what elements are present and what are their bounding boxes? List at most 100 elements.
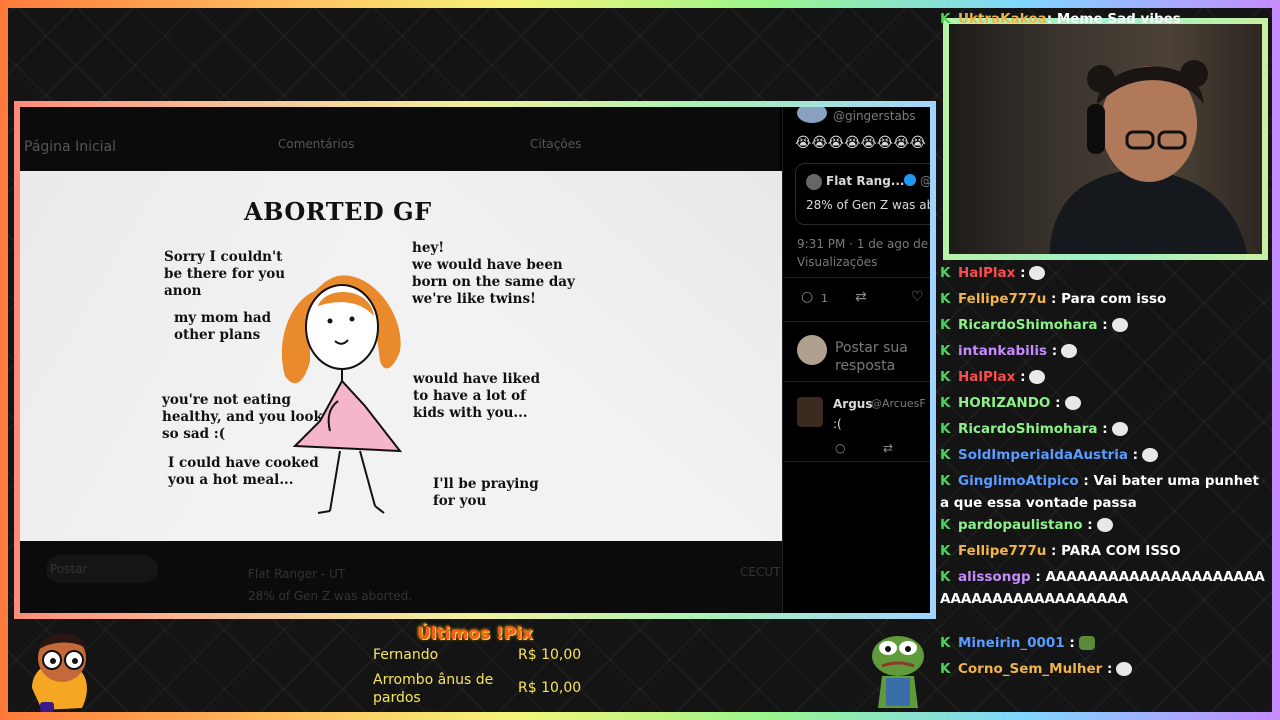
chat-message: K Fellipe777u : Para com isso [940, 288, 1268, 310]
chat-username[interactable]: Fellipe777u [958, 543, 1046, 559]
nav-comments[interactable]: Comentários [278, 137, 354, 151]
chat-username[interactable]: UktraKakoa [958, 11, 1047, 27]
quote-text: 28% of Gen Z was abor [806, 198, 936, 212]
reply-count: 1 [821, 292, 828, 305]
ghost-emote-icon [1029, 266, 1046, 280]
avatar [797, 335, 827, 365]
chat-message-cut: K UktraKakoa: Meme Sad vibes [940, 8, 1268, 30]
chat-text: : [1097, 317, 1108, 333]
reply-author[interactable]: Argus [833, 397, 872, 411]
chat-text: : [1097, 421, 1108, 437]
chat-text: : [1082, 517, 1093, 533]
avatar[interactable] [797, 107, 827, 123]
nav-quotes[interactable]: Citações [530, 137, 581, 151]
kick-badge-icon: K [940, 661, 951, 677]
meme-text-right-3: I'll be praying for you [433, 476, 539, 509]
meme-text-right-1: hey! we would have been born on the same… [412, 240, 575, 307]
chat-message: K RicardoShimohara : [940, 314, 1268, 336]
ghost-emote-icon [1061, 344, 1078, 358]
meme-text-left-1: Sorry I couldn't be there for you anon [164, 249, 286, 299]
chat-message: Kintankabilis : [940, 340, 1268, 362]
kick-badge-icon: K [940, 11, 951, 27]
mascot-character-icon [32, 633, 88, 712]
avatar [806, 174, 822, 190]
streamer-silhouette [1049, 60, 1248, 254]
chat-message: K HalPlax : [940, 262, 1268, 284]
chat-text: : [1064, 635, 1075, 651]
ghost-emote-icon [1096, 518, 1113, 532]
divider [783, 381, 930, 382]
chat-message: K RicardoShimohara : [940, 418, 1268, 440]
reply-text: :( [833, 417, 842, 431]
ghost-emote-icon [1029, 370, 1046, 384]
chat-username[interactable]: SoldImperialdaAustria [958, 447, 1128, 463]
chat-username[interactable]: pardopaulistano [958, 517, 1083, 533]
pix-amount-1: R$ 10,00 [518, 647, 582, 663]
retweet-icon[interactable]: ⇄ [883, 441, 893, 455]
chat-message: K Mineirin_0001 : [940, 632, 1268, 654]
meme-title: ABORTED GF [244, 197, 432, 226]
ghost-emote-icon [1111, 318, 1128, 332]
stick-figure-girl-illustration [281, 275, 403, 514]
tweet-timestamp[interactable]: 9:31 PM · 1 de ago de 20 [797, 237, 930, 251]
avatar [797, 397, 823, 427]
frog-emote-icon [1078, 636, 1095, 650]
reply-input[interactable]: Postar sua resposta [835, 339, 925, 375]
chat-username[interactable]: Fellipe777u [958, 291, 1046, 307]
pix-amount-2: R$ 10,00 [518, 680, 582, 696]
verified-badge-icon [904, 174, 916, 186]
ghost-emote-icon [1142, 448, 1159, 462]
views-label: Visualizações [797, 255, 878, 269]
reply-icon[interactable]: ○ [801, 289, 813, 305]
chat-text: : [1127, 447, 1139, 463]
chat-message: K HalPlax : [940, 366, 1268, 388]
kick-badge-icon: K [940, 265, 951, 281]
chat-text: : Meme Sad vibes [1046, 11, 1181, 27]
chat-text: : PARA COM ISSO [1046, 543, 1181, 559]
quote-author-ghost: Flat Ranger - UT [248, 567, 346, 581]
chat-username[interactable]: HalPlax [958, 369, 1015, 385]
like-icon[interactable]: ♡ [911, 289, 924, 305]
chat-username[interactable]: Corno_Sem_Mulher [958, 661, 1102, 677]
kick-badge-icon: K [940, 447, 951, 463]
reply-icon[interactable]: ○ [835, 441, 845, 455]
post-button[interactable]: Postar [46, 555, 158, 583]
quoted-tweet-card[interactable]: Flat Rang... @U 28% of Gen Z was abor [795, 163, 936, 225]
divider [783, 461, 930, 462]
meme-text-left-2: my mom had other plans [174, 310, 272, 343]
ghost-emote-icon [1111, 422, 1128, 436]
kick-badge-icon: K [940, 543, 951, 559]
divider [783, 277, 930, 278]
kick-badge-icon: K [940, 317, 951, 333]
chat-message: K Corno_Sem_Mulher : [940, 658, 1268, 680]
pix-name-1: Fernando [373, 647, 439, 663]
quote-text-ghost: 28% of Gen Z was aborted. [248, 589, 413, 603]
chat-username[interactable]: GinglimoAtipico [958, 473, 1079, 489]
pepe-frog-icon [872, 636, 924, 708]
chat-text: : [1102, 661, 1113, 677]
kick-badge-icon: K [940, 473, 951, 489]
chat-username[interactable]: RicardoShimohara [958, 421, 1098, 437]
chat-username[interactable]: Mineirin_0001 [958, 635, 1065, 651]
meme-text-right-2: would have liked to have a lot of kids w… [413, 371, 541, 421]
pix-title: Últimos !Pix [417, 624, 534, 644]
handle-top[interactable]: @gingerstabs [833, 109, 916, 123]
quote-handle: @U [920, 174, 932, 188]
chat-username[interactable]: HORIZANDO [958, 395, 1050, 411]
ghost-emote-icon [1064, 396, 1081, 410]
chat-username[interactable]: RicardoShimohara [958, 317, 1098, 333]
kick-badge-icon: K [940, 517, 951, 533]
chat-username[interactable]: alissongp [958, 569, 1031, 585]
kick-badge-icon: K [940, 395, 951, 411]
reply-handle[interactable]: @ArcuesF [871, 397, 926, 410]
twitter-header: Página Inicial Comentários Citações [20, 107, 780, 171]
chat-username[interactable]: HalPlax [958, 265, 1015, 281]
chat-text: : [1015, 369, 1026, 385]
chat-username[interactable]: intankabilis [958, 343, 1047, 359]
nav-home[interactable]: Página Inicial [24, 139, 116, 155]
kick-badge-icon: K [940, 569, 951, 585]
chat-text: : [1050, 395, 1061, 411]
pix-name-2: Arrombo ânus de pardos [373, 672, 494, 706]
kick-badge-icon: K [940, 369, 951, 385]
retweet-icon[interactable]: ⇄ [855, 289, 867, 305]
